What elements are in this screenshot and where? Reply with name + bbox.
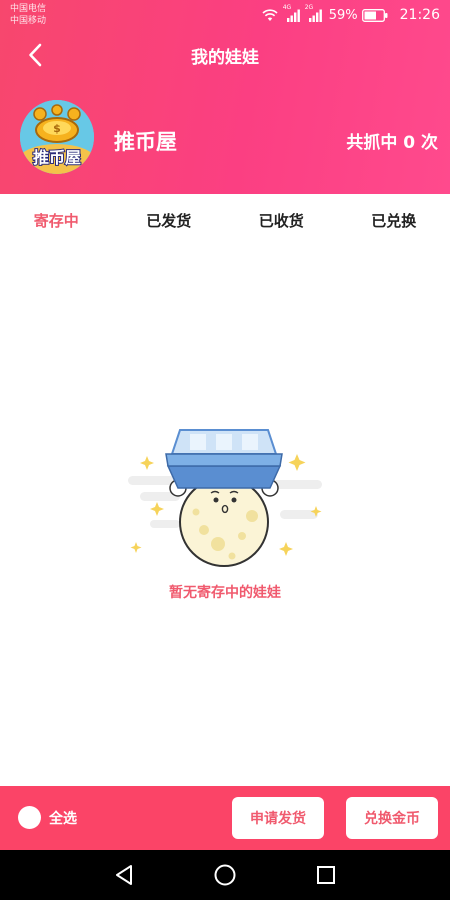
carrier-2: 中国移动 [10, 16, 47, 26]
clock: 21:26 [399, 7, 440, 23]
circle-home-icon [214, 864, 236, 886]
tab-exchanged[interactable]: 已兑换 [338, 194, 450, 244]
nav-bar: 我的娃娃 [0, 32, 450, 76]
svg-text:$: $ [53, 122, 61, 135]
select-all-toggle[interactable]: 全选 [18, 806, 77, 829]
system-back-button[interactable] [112, 863, 136, 887]
battery-icon [361, 8, 388, 22]
system-navigation-bar [0, 850, 450, 900]
header: 中国电信 中国移动 4G 2G 59% 21:26 我的娃娃 $ 推币屋 推币屋… [0, 0, 450, 194]
carrier-info: 中国电信 中国移动 [10, 3, 46, 27]
status-indicators: 4G 2G 59% 21:26 [261, 4, 440, 24]
system-recents-button[interactable] [314, 863, 338, 887]
tab-bar: 寄存中 已发货 已收货 已兑换 [0, 194, 450, 244]
bottom-action-bar: 全选 申请发货 兑换金币 [0, 786, 450, 850]
tab-stored[interactable]: 寄存中 [0, 194, 113, 244]
coin-pusher-logo-icon: $ 推币屋 [20, 100, 94, 174]
tab-received[interactable]: 已收货 [225, 194, 338, 244]
page-title: 我的娃娃 [191, 48, 259, 68]
select-all-radio[interactable] [18, 806, 41, 829]
triangle-back-icon [116, 865, 132, 885]
apply-shipping-button[interactable]: 申请发货 [232, 797, 324, 839]
exchange-coins-button[interactable]: 兑换金币 [346, 797, 438, 839]
system-home-button[interactable] [213, 863, 237, 887]
empty-doll-illustration-icon [128, 429, 322, 567]
network-type-1: 4G [282, 4, 292, 11]
empty-message: 暂无寄存中的娃娃 [169, 585, 281, 601]
select-all-label: 全选 [49, 810, 77, 827]
battery-percent: 59% [328, 7, 358, 23]
tab-shipped[interactable]: 已发货 [113, 194, 226, 244]
carrier-1: 中国电信 [10, 4, 47, 14]
avatar: $ 推币屋 [20, 100, 94, 174]
network-type-2: 2G [304, 4, 314, 11]
empty-state: 暂无寄存中的娃娃 [0, 420, 450, 620]
status-bar: 中国电信 中国移动 4G 2G 59% 21:26 [0, 0, 450, 32]
wifi-icon [262, 9, 278, 21]
avatar-text: 推币屋 [33, 148, 81, 167]
shop-name: 推币屋 [114, 130, 177, 154]
catch-count: 共抓中 0 次 [346, 133, 438, 153]
profile-section: $ 推币屋 推币屋 共抓中 0 次 [0, 96, 450, 182]
square-recents-icon [317, 866, 335, 884]
